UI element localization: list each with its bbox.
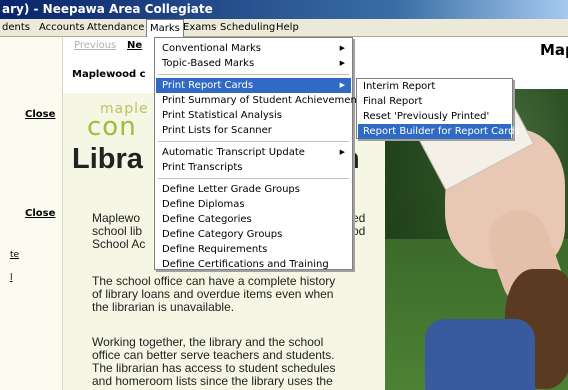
close-link-1[interactable]: Close [25, 109, 55, 120]
menu-item-automatic-transcript-update[interactable]: Automatic Transcript Update ▶ [156, 145, 351, 160]
menu-item-topic-based-marks[interactable]: Topic-Based Marks ▶ [156, 56, 351, 71]
menu-item-define-category-groups[interactable]: Define Category Groups [156, 227, 351, 242]
menu-item-conventional-marks[interactable]: Conventional Marks ▶ [156, 41, 351, 56]
menu-attendance[interactable]: Attendance [87, 22, 144, 33]
menu-item-print-transcripts[interactable]: Print Transcripts [156, 160, 351, 175]
left-sidebar: Close Close te l [0, 37, 63, 390]
submenu-item-final-report[interactable]: Final Report [358, 94, 511, 109]
menu-bar: dents Accounts Attendance Marks Exams Sc… [0, 19, 568, 37]
paragraph-1-right: ed od [352, 211, 366, 238]
menu-item-print-statistical-analysis[interactable]: Print Statistical Analysis [156, 108, 351, 123]
submenu-arrow-icon: ▶ [339, 44, 345, 52]
submenu-arrow-icon: ▶ [339, 59, 345, 67]
page-heading: Map [540, 41, 568, 59]
next-link[interactable]: Ne [127, 40, 142, 51]
sidebar-link-1[interactable]: te [10, 250, 19, 260]
menu-separator [158, 178, 349, 179]
submenu-item-interim-report[interactable]: Interim Report [358, 79, 511, 94]
menu-item-define-certifications[interactable]: Define Certifications and Training [156, 257, 351, 272]
menu-item-define-diplomas[interactable]: Define Diplomas [156, 197, 351, 212]
submenu-arrow-icon: ▶ [339, 81, 345, 89]
menu-separator [158, 74, 349, 75]
window-title: ary) - Neepawa Area Collegiate [2, 2, 213, 16]
print-report-cards-submenu: Interim Report Final Report Reset 'Previ… [356, 78, 520, 139]
menu-item-define-letter-grade-groups[interactable]: Define Letter Grade Groups [156, 182, 351, 197]
paragraph-2: The school office can have a complete hi… [92, 274, 336, 314]
menu-help[interactable]: Help [276, 22, 299, 33]
menu-item-define-requirements[interactable]: Define Requirements [156, 242, 351, 257]
brand-logo-large: con [87, 112, 137, 142]
school-name: Maplewood c [72, 69, 146, 80]
close-link-2[interactable]: Close [25, 208, 55, 219]
window-title-bar: ary) - Neepawa Area Collegiate [0, 0, 568, 19]
submenu-item-report-builder[interactable]: Report Builder for Report Cards [358, 124, 520, 139]
sidebar-link-2[interactable]: l [10, 273, 13, 283]
menu-item-print-summary[interactable]: Print Summary of Student Achievements [156, 93, 366, 108]
paragraph-3: Working together, the library and the sc… [92, 335, 336, 388]
brochure-title: Libra [72, 143, 143, 175]
menu-item-print-lists-scanner[interactable]: Print Lists for Scanner [156, 123, 351, 138]
menu-exams[interactable]: Exams [183, 22, 216, 33]
submenu-item-reset-previously-printed[interactable]: Reset 'Previously Printed' [358, 109, 511, 124]
menu-scheduling[interactable]: Scheduling [220, 22, 275, 33]
menu-marks[interactable]: Marks [146, 19, 184, 37]
menu-item-print-report-cards[interactable]: Print Report Cards ▶ [156, 78, 351, 93]
menu-separator [158, 141, 349, 142]
submenu-arrow-icon: ▶ [339, 148, 345, 156]
paragraph-1: Maplewo school lib School Ac [92, 211, 146, 251]
menu-students[interactable]: dents [2, 22, 30, 33]
previous-link[interactable]: Previous [74, 40, 116, 51]
menu-accounts[interactable]: Accounts [39, 22, 85, 33]
marks-dropdown-menu: Conventional Marks ▶ Topic-Based Marks ▶ P… [154, 37, 366, 272]
menu-item-define-categories[interactable]: Define Categories [156, 212, 351, 227]
